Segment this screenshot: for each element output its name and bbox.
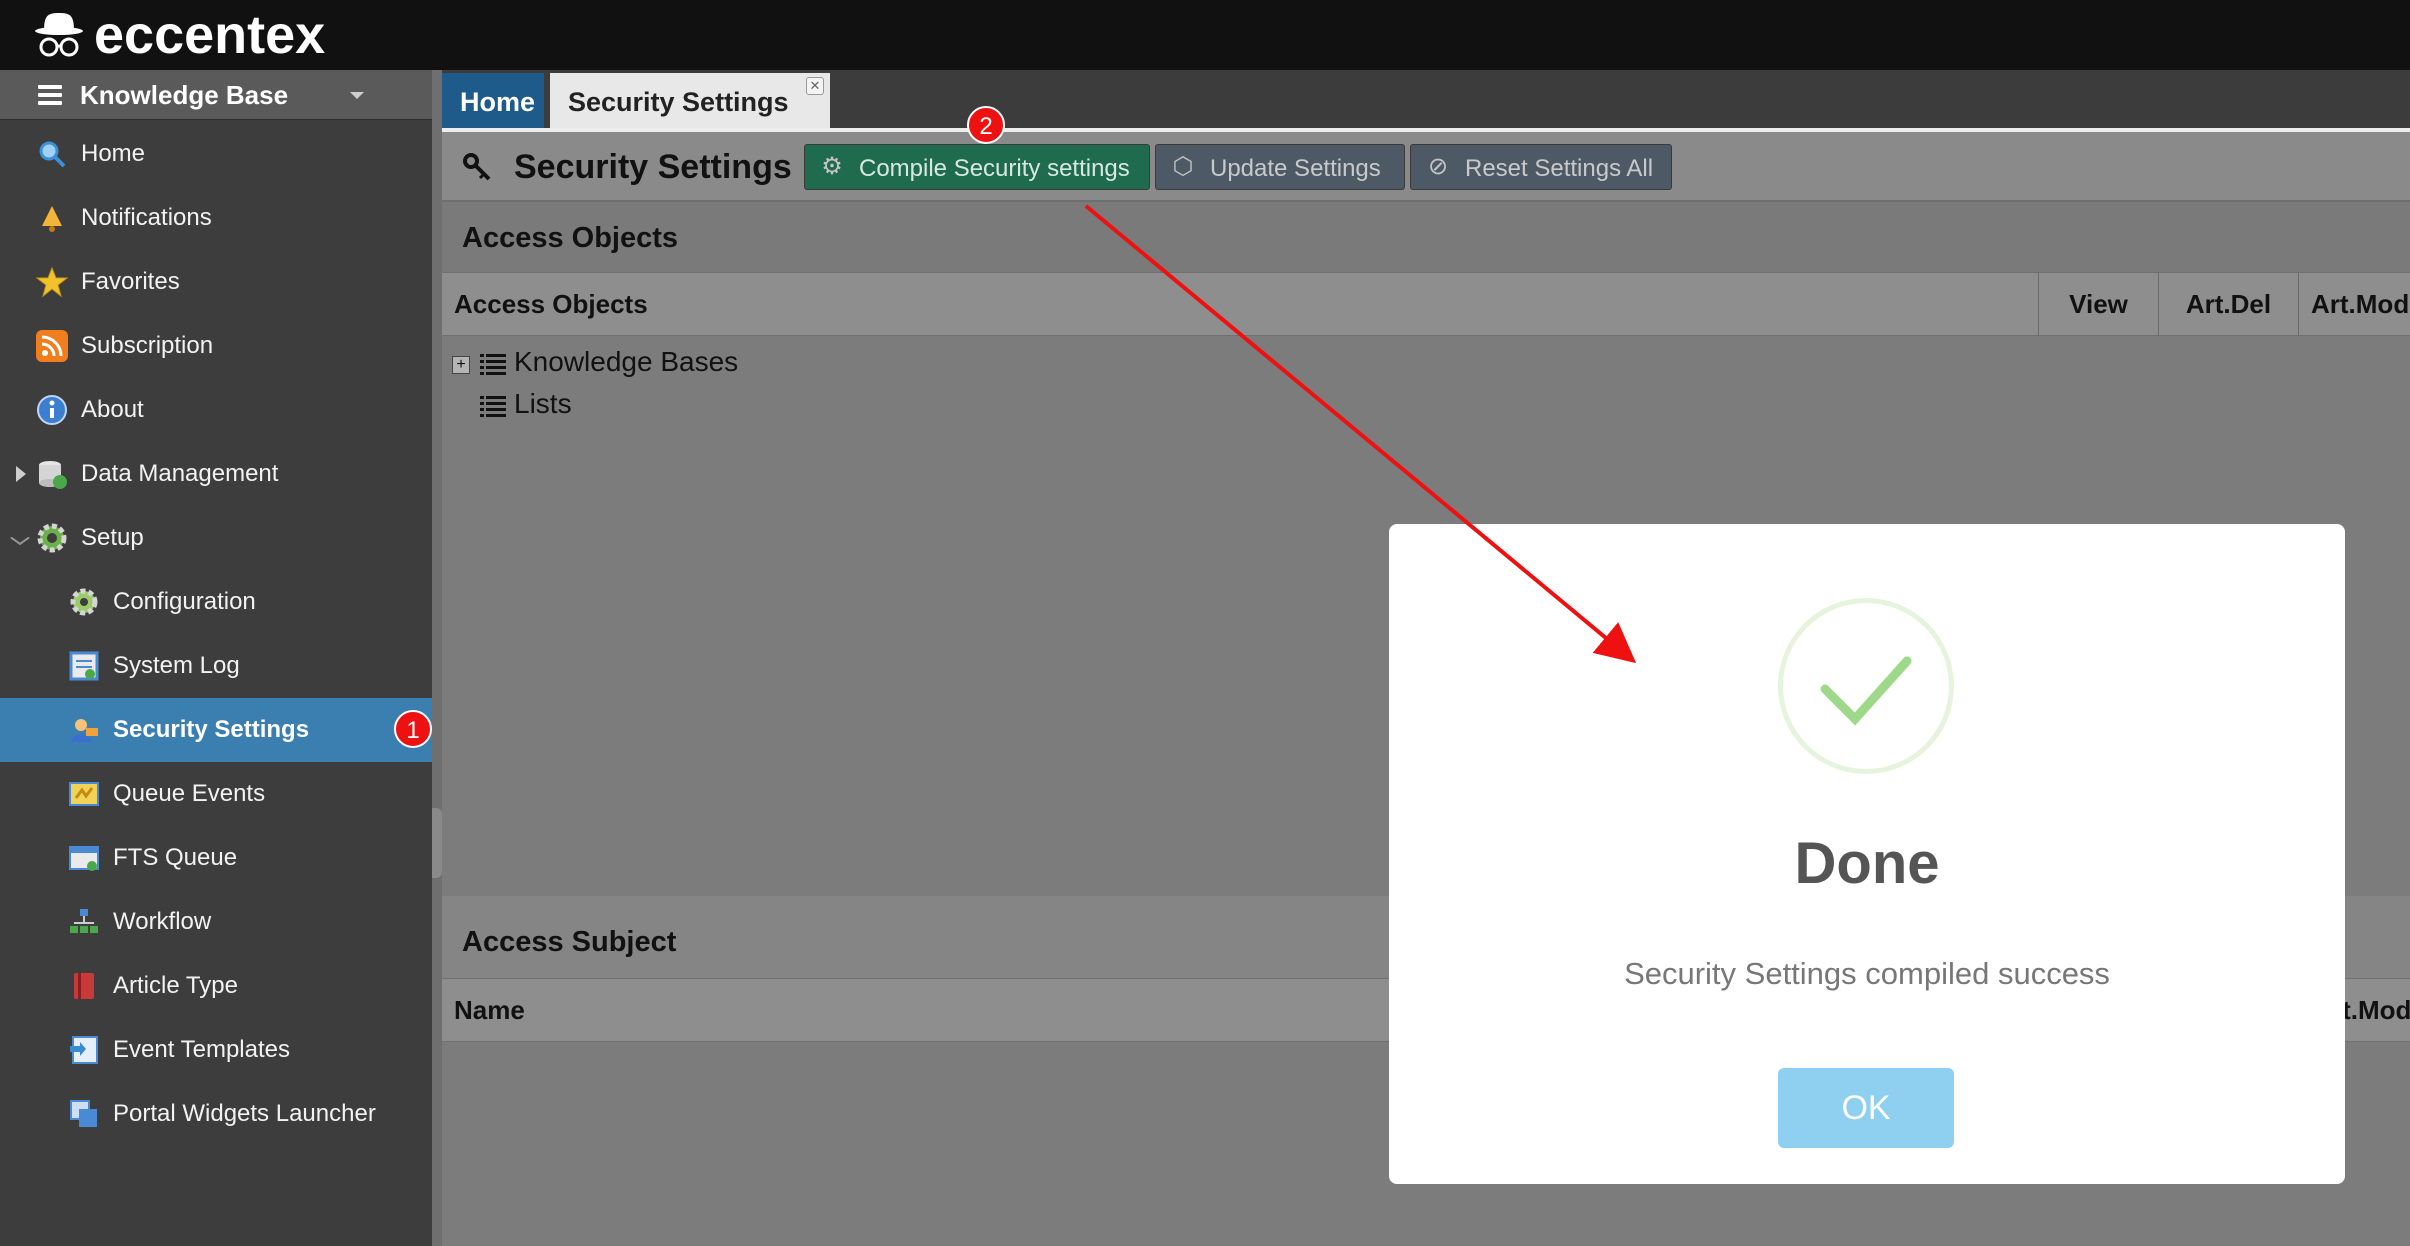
logo: eccentex xyxy=(34,8,325,62)
access-objects-grid-header: Access Objects View Art.Del Art.Mod xyxy=(442,272,2410,337)
bell-icon xyxy=(36,202,68,234)
page-title: Security Settings xyxy=(514,148,792,186)
tab-home[interactable]: Home xyxy=(442,73,544,128)
access-objects-section-title: Access Objects xyxy=(462,222,679,254)
success-dialog: Done Security Settings compiled success … xyxy=(1389,524,2345,1184)
sidebar-item-about[interactable]: About xyxy=(0,378,432,442)
step-badge-2: 2 xyxy=(967,106,1005,144)
update-button-label: Update Settings xyxy=(1210,155,1381,182)
access-subject-section-title: Access Subject xyxy=(462,926,677,958)
sidebar: Knowledge Base Home Notifications Favori… xyxy=(0,70,432,1246)
sidebar-item-data-management[interactable]: Data Management xyxy=(0,442,432,506)
sidebar-item-system-log[interactable]: System Log xyxy=(0,634,432,698)
page-toolbar: Security Settings ⚙ Compile Security set… xyxy=(442,132,2410,202)
sidebar-item-article-type[interactable]: Article Type xyxy=(0,954,432,1018)
sidebar-item-favorites[interactable]: Favorites xyxy=(0,250,432,314)
sidebar-item-fts-queue[interactable]: FTS Queue xyxy=(0,826,432,890)
caret-down-icon[interactable] xyxy=(350,92,364,99)
widgets-icon xyxy=(68,1098,100,1130)
sidebar-item-portal-widgets-launcher[interactable]: Portal Widgets Launcher xyxy=(0,1082,432,1146)
list-icon xyxy=(480,396,506,418)
success-check-icon xyxy=(1778,598,1954,774)
compile-security-settings-button[interactable]: ⚙ Compile Security settings xyxy=(804,144,1150,190)
tab-bar: Home Security Settings ✕ xyxy=(442,70,2410,128)
sidebar-item-queue-events[interactable]: Queue Events xyxy=(0,762,432,826)
column-header-access-objects[interactable]: Access Objects xyxy=(442,273,2038,337)
template-icon xyxy=(68,1034,100,1066)
database-icon xyxy=(36,458,68,490)
column-header-art-mod[interactable]: Art.Mod xyxy=(2298,273,2410,337)
dialog-message: Security Settings compiled success xyxy=(1624,956,2110,991)
cube-icon: ⬡ xyxy=(1172,153,1194,180)
update-settings-button[interactable]: ⬡ Update Settings xyxy=(1155,144,1405,190)
knowledge-base-title: Knowledge Base xyxy=(80,80,289,110)
rss-icon xyxy=(36,330,68,362)
info-icon xyxy=(36,394,68,426)
sidebar-item-home[interactable]: Home xyxy=(0,122,432,186)
star-icon xyxy=(35,266,69,298)
sidebar-item-configuration[interactable]: Configuration xyxy=(0,570,432,634)
book-icon xyxy=(68,970,100,1002)
gears-icon xyxy=(36,522,68,554)
expand-arrow-icon[interactable] xyxy=(16,466,26,482)
column-header-view[interactable]: View xyxy=(2038,273,2158,337)
sidebar-item-event-templates[interactable]: Event Templates xyxy=(0,1018,432,1082)
workflow-icon xyxy=(68,906,100,938)
top-bar: eccentex xyxy=(0,0,2410,70)
fts-icon xyxy=(68,842,100,874)
hamburger-icon[interactable] xyxy=(38,85,62,105)
tab-security-settings-label: Security Settings xyxy=(568,87,789,117)
queue-icon xyxy=(68,778,100,810)
knowledge-base-selector[interactable]: Knowledge Base xyxy=(0,70,432,120)
close-tab-icon[interactable]: ✕ xyxy=(806,77,824,95)
sidebar-item-workflow[interactable]: Workflow xyxy=(0,890,432,954)
reset-button-label: Reset Settings All xyxy=(1465,155,1654,182)
step-badge-1: 1 xyxy=(394,710,432,748)
dialog-title: Done xyxy=(1794,831,1940,896)
security-user-icon xyxy=(68,714,100,746)
compile-button-label: Compile Security settings xyxy=(859,155,1130,182)
sidebar-item-notifications[interactable]: Notifications xyxy=(0,186,432,250)
ban-icon: ⊘ xyxy=(1427,153,1449,180)
gear-icon: ⚙ xyxy=(821,153,843,180)
spy-hat-icon xyxy=(35,13,83,57)
key-icon xyxy=(462,152,492,190)
column-header-art-del[interactable]: Art.Del xyxy=(2158,273,2298,337)
gear-icon xyxy=(68,586,100,618)
sidebar-item-setup[interactable]: Setup xyxy=(0,506,432,570)
expand-plus-icon[interactable]: + xyxy=(452,356,470,374)
sidebar-item-security-settings[interactable]: Security Settings 1 xyxy=(0,698,432,762)
list-icon xyxy=(480,354,506,376)
collapse-arrow-icon[interactable] xyxy=(10,531,30,545)
ok-button[interactable]: OK xyxy=(1778,1068,1954,1148)
sidebar-item-subscription[interactable]: Subscription xyxy=(0,314,432,378)
brand-name: eccentex xyxy=(94,5,326,65)
sidebar-collapse-handle[interactable] xyxy=(432,808,442,878)
log-icon xyxy=(68,650,100,682)
search-icon xyxy=(36,138,68,170)
tab-security-settings[interactable]: Security Settings ✕ xyxy=(550,73,830,128)
reset-settings-all-button[interactable]: ⊘ Reset Settings All xyxy=(1410,144,1672,190)
